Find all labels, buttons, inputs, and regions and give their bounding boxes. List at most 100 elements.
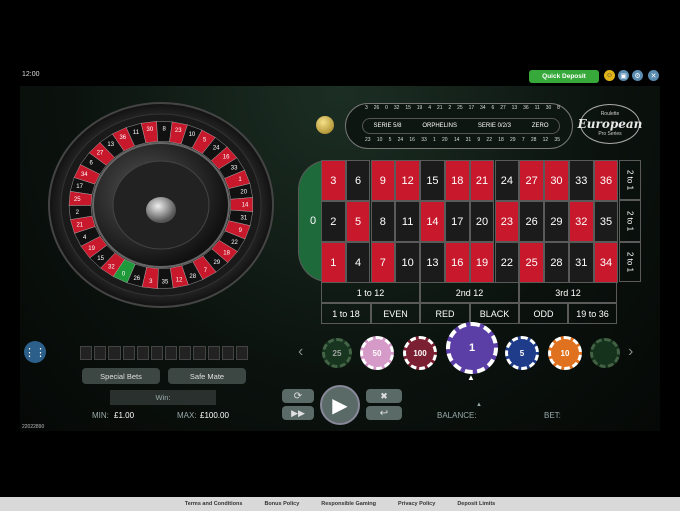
race-number[interactable]: 29: [510, 137, 516, 147]
number-cell[interactable]: 8: [370, 201, 396, 242]
chip-50[interactable]: 50: [360, 336, 394, 370]
number-cell[interactable]: 23: [494, 201, 520, 242]
race-number[interactable]: 10: [377, 137, 383, 147]
number-cell[interactable]: 4: [345, 242, 371, 283]
bet-even[interactable]: EVEN: [371, 303, 420, 324]
chip-extra[interactable]: [590, 338, 620, 368]
column-bet-top[interactable]: 2 to 1: [619, 160, 641, 200]
race-number[interactable]: 16: [409, 137, 415, 147]
race-number[interactable]: 27: [500, 105, 506, 115]
number-cell[interactable]: 22: [494, 242, 520, 283]
number-cell[interactable]: 30: [544, 160, 569, 201]
number-cell[interactable]: 12: [395, 160, 420, 201]
spin-play-button[interactable]: ▶: [320, 385, 360, 425]
number-cell[interactable]: 3: [321, 160, 346, 201]
number-cell[interactable]: 34: [593, 242, 619, 283]
settings-icon[interactable]: ⚙: [632, 70, 643, 81]
race-number[interactable]: 7: [522, 137, 525, 147]
number-cell[interactable]: 6: [345, 160, 371, 201]
number-cell[interactable]: 14: [420, 201, 445, 242]
footer-bonus-link[interactable]: Bonus Policy: [264, 501, 299, 507]
race-number[interactable]: 25: [457, 105, 463, 115]
race-number[interactable]: 3: [365, 105, 368, 115]
number-cell[interactable]: 25: [519, 242, 544, 283]
chip-5[interactable]: 5: [505, 336, 539, 370]
clear-bets-icon[interactable]: ✖: [366, 389, 402, 403]
column-bet-bottom[interactable]: 2 to 1: [619, 242, 641, 282]
race-number[interactable]: 30: [546, 105, 552, 115]
race-number[interactable]: 31: [466, 137, 472, 147]
race-number[interactable]: 14: [454, 137, 460, 147]
race-number[interactable]: 6: [492, 105, 495, 115]
bet-black[interactable]: BLACK: [470, 303, 519, 324]
number-cell[interactable]: 26: [519, 201, 544, 242]
footer-privacy-link[interactable]: Privacy Policy: [398, 501, 435, 507]
number-cell[interactable]: 18: [445, 160, 470, 201]
race-number[interactable]: 1: [433, 137, 436, 147]
number-cell[interactable]: 5: [345, 201, 371, 242]
race-number[interactable]: 13: [512, 105, 518, 115]
number-cell[interactable]: 17: [445, 201, 470, 242]
smiley-icon[interactable]: ☺: [604, 70, 615, 81]
number-cell[interactable]: 24: [494, 160, 520, 201]
race-number[interactable]: 17: [469, 105, 475, 115]
gold-knob-icon[interactable]: [316, 116, 334, 134]
safe-mate-button[interactable]: Safe Mate: [168, 368, 246, 384]
number-cell[interactable]: 33: [569, 160, 594, 201]
chip-1-selected[interactable]: 1: [446, 322, 498, 374]
bet-19-to-36[interactable]: 19 to 36: [568, 303, 617, 324]
chip-100[interactable]: 100: [403, 336, 437, 370]
number-cell[interactable]: 9: [370, 160, 396, 201]
race-number[interactable]: 23: [365, 137, 371, 147]
number-cell[interactable]: 11: [395, 201, 420, 242]
number-cell[interactable]: 29: [544, 201, 569, 242]
special-bets-button[interactable]: Special Bets: [82, 368, 160, 384]
race-number[interactable]: 18: [498, 137, 504, 147]
race-number[interactable]: 15: [405, 105, 411, 115]
race-number[interactable]: 26: [374, 105, 380, 115]
bet-1-to-18[interactable]: 1 to 18: [321, 303, 371, 324]
number-cell[interactable]: 19: [469, 242, 495, 283]
race-zero[interactable]: ZERO: [532, 123, 549, 129]
race-serie-58[interactable]: SERIE 5/8: [373, 123, 401, 129]
number-cell[interactable]: 32: [569, 201, 594, 242]
number-cell[interactable]: 36: [593, 160, 619, 201]
race-number[interactable]: 33: [421, 137, 427, 147]
race-number[interactable]: 28: [531, 137, 537, 147]
race-number[interactable]: 8: [557, 105, 560, 115]
chip-10[interactable]: 10: [548, 336, 582, 370]
race-number[interactable]: 9: [477, 137, 480, 147]
quick-deposit-button[interactable]: Quick Deposit: [529, 70, 599, 83]
bet-odd[interactable]: ODD: [519, 303, 568, 324]
close-icon[interactable]: ✕: [648, 70, 659, 81]
undo-icon[interactable]: ↩: [366, 406, 402, 420]
race-number[interactable]: 21: [437, 105, 443, 115]
number-cell[interactable]: 16: [445, 242, 470, 283]
race-orphelins[interactable]: ORPHELINS: [422, 123, 457, 129]
race-number[interactable]: 0: [385, 105, 388, 115]
number-cell[interactable]: 21: [469, 160, 495, 201]
race-number[interactable]: 36: [523, 105, 529, 115]
race-number[interactable]: 35: [554, 137, 560, 147]
race-number[interactable]: 5: [389, 137, 392, 147]
race-number[interactable]: 4: [428, 105, 431, 115]
race-number[interactable]: 11: [535, 105, 540, 115]
dozen-third[interactable]: 3rd 12: [519, 282, 617, 303]
race-number[interactable]: 2: [448, 105, 451, 115]
dozen-first[interactable]: 1 to 12: [321, 282, 420, 303]
number-cell[interactable]: 27: [519, 160, 544, 201]
race-number[interactable]: 24: [398, 137, 404, 147]
fullscreen-icon[interactable]: ▣: [618, 70, 629, 81]
number-cell[interactable]: 35: [593, 201, 619, 242]
number-cell[interactable]: 20: [469, 201, 495, 242]
race-number[interactable]: 12: [543, 137, 549, 147]
race-number[interactable]: 32: [394, 105, 400, 115]
menu-grid-icon[interactable]: ⋮⋮: [24, 341, 46, 363]
balance-caret-icon[interactable]: ▲: [476, 402, 482, 408]
number-cell[interactable]: 15: [420, 160, 445, 201]
chip-25[interactable]: 25: [322, 338, 352, 368]
number-cell[interactable]: 31: [569, 242, 594, 283]
column-bet-middle[interactable]: 2 to 1: [619, 200, 641, 242]
race-serie-023[interactable]: SERIE 0/2/3: [478, 123, 511, 129]
fast-forward-icon[interactable]: ▶▶: [282, 406, 314, 420]
